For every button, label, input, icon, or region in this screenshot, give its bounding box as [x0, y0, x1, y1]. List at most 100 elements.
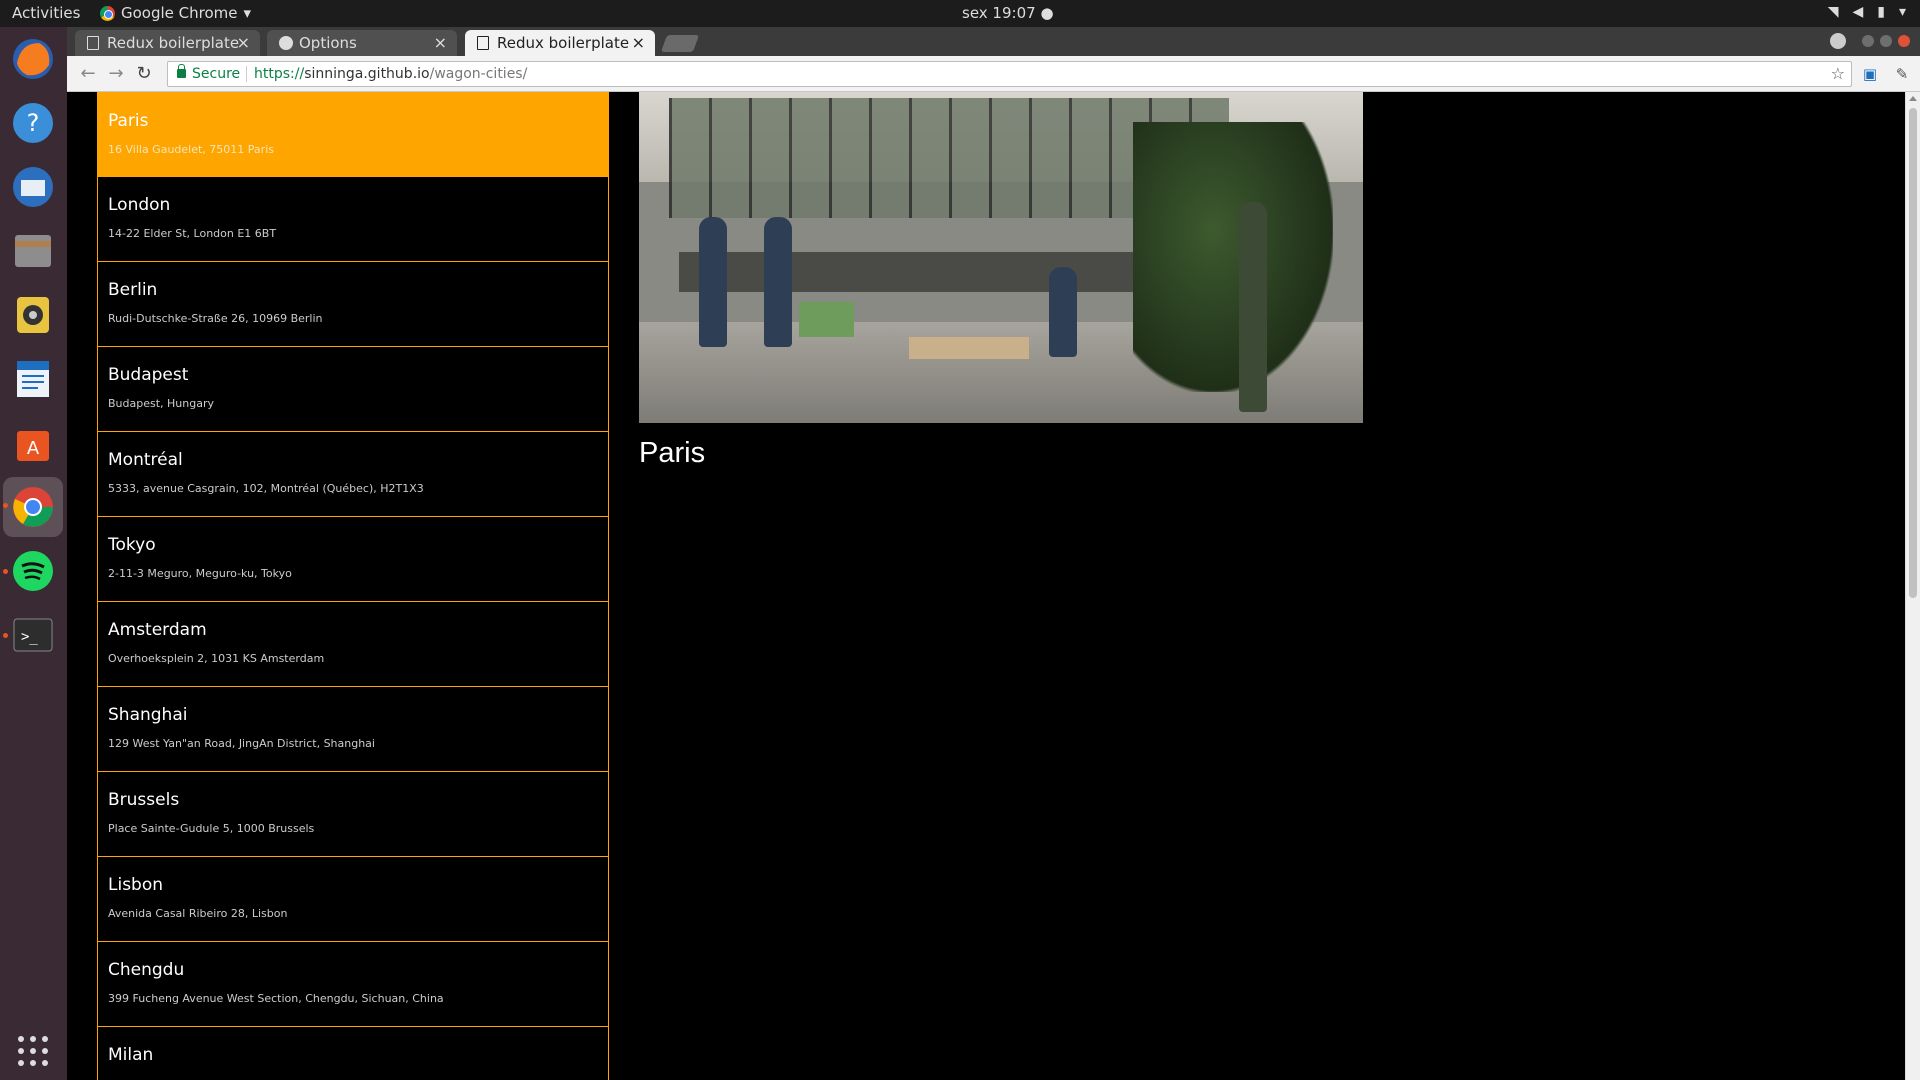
- photo-person: [1049, 267, 1077, 357]
- city-address: Place Sainte-Gudule 5, 1000 Brussels: [108, 822, 315, 835]
- close-icon[interactable]: ×: [632, 30, 645, 56]
- city-address: 2-11-3 Meguro, Meguro-ku, Tokyo: [108, 567, 292, 580]
- city-card[interactable]: Brussels Place Sainte-Gudule 5, 1000 Brus…: [97, 772, 609, 857]
- city-card[interactable]: Milan: [97, 1027, 609, 1080]
- city-name: Amsterdam: [108, 620, 207, 640]
- chevron-down-icon: ▾: [243, 4, 252, 22]
- city-card[interactable]: Shanghai 129 West Yan"an Road, JingAn Dis…: [97, 687, 609, 772]
- app-menu[interactable]: Google Chrome ▾: [100, 4, 251, 22]
- city-name: Montréal: [108, 450, 183, 470]
- maximize-button[interactable]: [1880, 35, 1892, 47]
- thunderbird-icon: [13, 167, 53, 207]
- close-window-button[interactable]: [1898, 35, 1910, 47]
- photo-plants: [1133, 122, 1333, 392]
- city-name: Tokyo: [108, 535, 156, 555]
- url-path: /wagon-cities/: [429, 66, 528, 82]
- address-bar[interactable]: Secure https://sinninga.github.io/wagon-…: [167, 61, 1852, 87]
- photo-person-walking: [1239, 202, 1267, 412]
- spotify-icon: [13, 551, 53, 591]
- tab-title: Options: [299, 34, 357, 52]
- url-text: https://sinninga.github.io/wagon-cities/: [254, 62, 527, 86]
- firefox-launcher[interactable]: [9, 35, 57, 83]
- scrollbar-thumb[interactable]: [1909, 108, 1917, 598]
- city-card[interactable]: Berlin Rudi-Dutschke-Straße 26, 10969 Ber…: [97, 262, 609, 347]
- new-tab-button[interactable]: [660, 35, 700, 52]
- rhythmbox-launcher[interactable]: [9, 291, 57, 339]
- chrome-window: Redux boilerplate × Options × Redux boil…: [67, 27, 1920, 1080]
- reload-button[interactable]: ↻: [133, 63, 155, 85]
- city-address: 14-22 Elder St, London E1 6BT: [108, 227, 277, 240]
- city-name: Paris: [108, 111, 149, 131]
- activities-button[interactable]: Activities: [12, 4, 80, 22]
- photo-person: [699, 217, 727, 347]
- tab-redux-boilerplate-active[interactable]: Redux boilerplate ×: [465, 30, 655, 56]
- terminal-launcher[interactable]: >_: [9, 611, 57, 659]
- writer-launcher[interactable]: [9, 355, 57, 403]
- scroll-up-arrow-icon[interactable]: [1909, 96, 1917, 101]
- lock-icon: [177, 64, 186, 78]
- writer-icon: [17, 361, 49, 397]
- thunderbird-launcher[interactable]: [9, 163, 57, 211]
- software-center-icon: A: [17, 431, 49, 461]
- dock: ? A >_: [0, 27, 67, 1080]
- chrome-launcher[interactable]: [3, 477, 63, 537]
- city-card[interactable]: Tokyo 2-11-3 Meguro, Meguro-ku, Tokyo: [97, 517, 609, 602]
- secure-label: Secure: [192, 66, 241, 82]
- chrome-icon: [13, 487, 53, 527]
- eyedropper-extension-icon[interactable]: ✎: [1891, 63, 1913, 85]
- running-indicator: [3, 633, 8, 638]
- software-launcher[interactable]: A: [9, 419, 57, 467]
- terminal-icon: >_: [13, 618, 53, 652]
- tab-redux-boilerplate-1[interactable]: Redux boilerplate ×: [75, 30, 260, 56]
- city-photo: [639, 92, 1363, 423]
- app-grid-icon: [18, 1036, 48, 1066]
- city-address: 16 Villa Gaudelet, 75011 Paris: [108, 143, 274, 156]
- github-icon: [279, 36, 293, 50]
- url-host: sinninga.github.io: [304, 66, 430, 82]
- city-name: Milan: [108, 1045, 154, 1065]
- page-icon: [87, 36, 99, 50]
- city-card[interactable]: Paris 16 Villa Gaudelet, 75011 Paris: [97, 92, 609, 177]
- city-card[interactable]: Amsterdam Overhoeksplein 2, 1031 KS Amste…: [97, 602, 609, 687]
- city-address: Rudi-Dutschke-Straße 26, 10969 Berlin: [108, 312, 323, 325]
- help-launcher[interactable]: ?: [9, 99, 57, 147]
- city-card[interactable]: Montréal 5333, avenue Casgrain, 102, Mont…: [97, 432, 609, 517]
- app-menu-label: Google Chrome: [121, 4, 238, 22]
- city-card[interactable]: Chengdu 399 Fucheng Avenue West Section, …: [97, 942, 609, 1027]
- minimize-button[interactable]: [1862, 35, 1874, 47]
- system-tray[interactable]: ◥ ◀ ▮ ▾: [1828, 4, 1906, 20]
- photo-person: [764, 217, 792, 347]
- running-indicator: [3, 503, 8, 508]
- selected-city-title: Paris: [639, 437, 706, 469]
- tab-options[interactable]: Options ×: [267, 30, 457, 56]
- firefox-icon: [13, 39, 53, 79]
- system-menu-chevron-icon: ▾: [1898, 4, 1906, 20]
- city-name: Chengdu: [108, 960, 185, 980]
- city-card[interactable]: Lisbon Avenida Casal Ribeiro 28, Lisbon: [97, 857, 609, 942]
- clock[interactable]: sex 19:07 ●: [962, 4, 1054, 22]
- chrome-icon: [100, 5, 115, 21]
- city-address: 399 Fucheng Avenue West Section, Chengdu…: [108, 992, 444, 1005]
- city-card[interactable]: Budapest Budapest, Hungary: [97, 347, 609, 432]
- show-applications-button[interactable]: [9, 1027, 57, 1075]
- spotify-launcher[interactable]: [9, 547, 57, 595]
- city-address: Avenida Casal Ribeiro 28, Lisbon: [108, 907, 288, 920]
- forward-button[interactable]: →: [105, 63, 127, 85]
- photo-chair: [799, 302, 854, 337]
- extension-icon[interactable]: ▣: [1859, 63, 1881, 85]
- system-top-bar: Activities Google Chrome ▾ sex 19:07 ● ◥…: [0, 0, 1920, 27]
- omnibox-separator: [246, 66, 247, 82]
- page-scrollbar[interactable]: [1905, 92, 1920, 1080]
- close-icon[interactable]: ×: [434, 30, 447, 56]
- window-controls: [1830, 33, 1910, 49]
- files-icon: [15, 235, 51, 267]
- back-button[interactable]: ←: [77, 63, 99, 85]
- tab-strip: Redux boilerplate × Options × Redux boil…: [67, 27, 1920, 56]
- profile-icon[interactable]: [1830, 33, 1846, 49]
- page-icon: [477, 36, 489, 50]
- close-icon[interactable]: ×: [237, 30, 250, 56]
- city-card[interactable]: London 14-22 Elder St, London E1 6BT: [97, 177, 609, 262]
- bookmark-star-icon[interactable]: ☆: [1831, 62, 1845, 86]
- tab-title: Redux boilerplate: [497, 34, 630, 52]
- files-launcher[interactable]: [9, 227, 57, 275]
